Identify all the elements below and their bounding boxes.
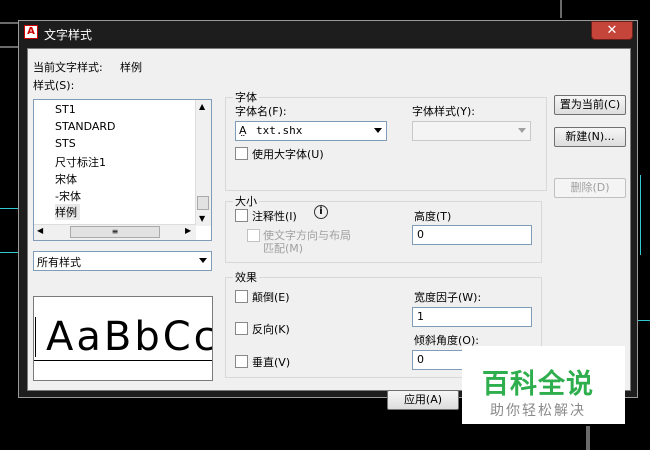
big-font-checkbox[interactable] bbox=[235, 147, 248, 160]
font-style-select[interactable] bbox=[412, 121, 531, 141]
title-bar[interactable]: A 文字样式 ✕ bbox=[19, 21, 637, 47]
vertical-scrollbar[interactable]: ▲ ▼ bbox=[195, 100, 211, 226]
close-button[interactable]: ✕ bbox=[591, 21, 633, 40]
chevron-down-icon bbox=[199, 258, 207, 263]
font-name-select[interactable]: A̤ txt.shx bbox=[235, 121, 387, 141]
width-factor-input[interactable]: 1 bbox=[412, 307, 532, 327]
set-current-button[interactable]: 置为当前(C) bbox=[554, 95, 626, 115]
list-item[interactable]: ST1 bbox=[55, 103, 76, 116]
list-item[interactable]: 尺寸标注1 bbox=[55, 154, 106, 170]
horizontal-scrollbar[interactable]: ◀ ≡ ▶ bbox=[34, 224, 196, 240]
scroll-up-icon[interactable]: ▲ bbox=[199, 102, 205, 111]
style-filter-value: 所有样式 bbox=[37, 256, 81, 269]
horizontal-scroll-thumb[interactable]: ≡ bbox=[70, 226, 160, 238]
autocad-icon: A bbox=[24, 25, 38, 39]
list-item[interactable]: -宋体 bbox=[55, 188, 81, 204]
scroll-down-icon[interactable]: ▼ bbox=[199, 214, 205, 223]
watermark-subtitle: 助你轻松解决 bbox=[490, 403, 586, 419]
current-style-value: 样例 bbox=[120, 61, 142, 74]
styles-label: 样式(S): bbox=[33, 79, 75, 92]
chevron-down-icon bbox=[518, 128, 526, 133]
chevron-down-icon bbox=[374, 128, 382, 133]
match-orientation-label-line2: 匹配(M) bbox=[263, 242, 304, 255]
scroll-right-icon[interactable]: ▶ bbox=[185, 226, 191, 235]
preview-guide bbox=[35, 317, 36, 357]
current-style-label: 当前文字样式: bbox=[33, 61, 103, 74]
vertical-checkbox[interactable] bbox=[235, 355, 248, 368]
big-font-label: 使用大字体(U) bbox=[252, 148, 324, 161]
height-label: 高度(T) bbox=[414, 210, 452, 223]
backwards-label: 反向(K) bbox=[252, 323, 290, 336]
shx-font-icon: A̤ bbox=[239, 124, 247, 137]
preview-text: AaBbCc bbox=[46, 314, 213, 360]
font-name-value: txt.shx bbox=[256, 124, 303, 137]
style-filter-select[interactable]: 所有样式 bbox=[33, 251, 212, 271]
preview-baseline bbox=[34, 360, 212, 361]
width-factor-label: 宽度因子(W): bbox=[414, 291, 482, 304]
styles-list[interactable]: ST1 STANDARD STS 尺寸标注1 宋体 -宋体 样例 ▲ ▼ ◀ ≡… bbox=[33, 99, 212, 241]
vertical-scroll-thumb[interactable] bbox=[197, 196, 209, 210]
scroll-left-icon[interactable]: ◀ bbox=[37, 226, 43, 235]
watermark-title: 百科全说 bbox=[482, 369, 594, 400]
vertical-label: 垂直(V) bbox=[252, 356, 291, 369]
list-item[interactable]: STANDARD bbox=[55, 120, 116, 133]
effects-group-label: 效果 bbox=[233, 269, 259, 285]
font-style-label: 字体样式(Y): bbox=[412, 105, 476, 118]
annotative-checkbox[interactable] bbox=[235, 209, 248, 222]
list-item[interactable]: 宋体 bbox=[55, 171, 77, 187]
text-style-dialog: A 文字样式 ✕ 当前文字样式: 样例 样式(S): ST1 STANDARD … bbox=[18, 20, 638, 410]
dialog-body: 当前文字样式: 样例 样式(S): ST1 STANDARD STS 尺寸标注1… bbox=[27, 48, 631, 410]
apply-button[interactable]: 应用(A) bbox=[387, 390, 459, 410]
delete-style-button[interactable]: 删除(D) bbox=[554, 178, 626, 198]
new-style-button[interactable]: 新建(N)... bbox=[554, 127, 626, 147]
watermark: 百科全说 助你轻松解决 bbox=[462, 346, 625, 424]
info-icon[interactable]: i bbox=[314, 205, 328, 219]
backwards-checkbox[interactable] bbox=[235, 322, 248, 335]
match-orientation-checkbox[interactable] bbox=[247, 229, 260, 242]
list-item-selected[interactable]: 样例 bbox=[55, 204, 80, 220]
upside-down-checkbox[interactable] bbox=[235, 290, 248, 303]
size-group-label: 大小 bbox=[233, 193, 259, 209]
annotative-label: 注释性(I) bbox=[252, 210, 297, 223]
style-preview: AaBbCc bbox=[33, 296, 213, 381]
list-item[interactable]: STS bbox=[55, 137, 76, 150]
upside-down-label: 颠倒(E) bbox=[252, 291, 290, 304]
height-input[interactable]: 0 bbox=[412, 225, 532, 245]
window-title: 文字样式 bbox=[44, 28, 93, 42]
font-name-label: 字体名(F): bbox=[235, 105, 287, 118]
